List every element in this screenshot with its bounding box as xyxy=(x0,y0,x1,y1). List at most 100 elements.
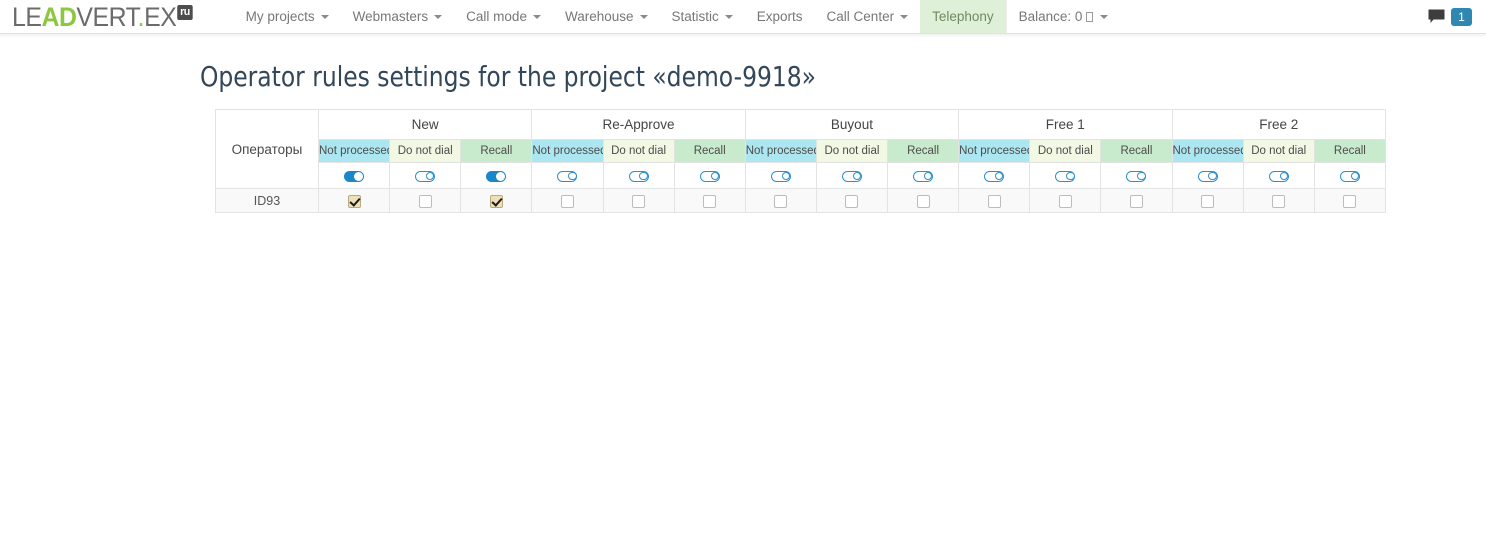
toggle-buyout-do-not-dial[interactable] xyxy=(841,170,862,182)
nav-item-my-projects[interactable]: My projects xyxy=(234,0,341,33)
chevron-down-icon xyxy=(434,14,443,19)
sub-header-free-1-not-processed: Not processed xyxy=(958,139,1031,163)
toggle-free-1-recall[interactable] xyxy=(1126,170,1147,182)
check-cell-free-2-recall xyxy=(1313,188,1387,213)
brand-part1: LE xyxy=(12,1,42,32)
navbar-right-area: 1 xyxy=(1428,0,1486,33)
nav-label-statistic: Statistic xyxy=(671,9,719,24)
sub-header-new-recall: Recall xyxy=(460,139,533,163)
check-cell-free-1-recall xyxy=(1100,188,1173,213)
nav-label-telephony: Telephony xyxy=(932,9,994,24)
checkbox-free-1-not-processed[interactable] xyxy=(987,194,1001,208)
checkbox-free-1-recall[interactable] xyxy=(1129,194,1143,208)
toggle-cell-re-approve-not-processed xyxy=(531,162,604,189)
nav-label-webmasters: Webmasters xyxy=(352,9,429,24)
checkbox-buyout-recall[interactable] xyxy=(916,194,930,208)
toggle-cell-re-approve-recall xyxy=(673,162,746,189)
toggle-buyout-not-processed[interactable] xyxy=(770,170,791,182)
toggle-new-not-processed[interactable] xyxy=(344,170,365,182)
checkbox-new-not-processed[interactable] xyxy=(347,194,361,208)
comment-icon[interactable] xyxy=(1428,9,1445,24)
chevron-down-icon xyxy=(320,14,329,19)
toggle-new-recall[interactable] xyxy=(486,170,507,182)
checkbox-free-2-not-processed[interactable] xyxy=(1201,194,1215,208)
brand-part2: AD xyxy=(41,1,77,32)
chevron-down-icon xyxy=(900,14,909,19)
brand-part3: VERT xyxy=(76,1,138,32)
brand-part4: EX xyxy=(144,1,177,32)
checkbox-re-approve-not-processed[interactable] xyxy=(560,194,574,208)
sub-header-buyout-not-processed: Not processed xyxy=(744,139,817,163)
toggle-re-approve-not-processed[interactable] xyxy=(557,170,578,182)
toggle-cell-free-2-do-not-dial xyxy=(1242,162,1315,189)
checkbox-buyout-not-processed[interactable] xyxy=(774,194,788,208)
toggle-cell-buyout-not-processed xyxy=(744,162,817,189)
chevron-down-icon xyxy=(639,14,648,19)
checkbox-re-approve-recall[interactable] xyxy=(703,194,717,208)
top-navbar: LEADVERT.EX ru My projects Webmasters Cal… xyxy=(0,0,1486,38)
nav-label-exports: Exports xyxy=(756,9,803,24)
group-header-buyout: Buyout xyxy=(744,109,960,140)
toggle-cell-new-not-processed xyxy=(317,162,391,189)
check-cell-buyout-do-not-dial xyxy=(815,188,889,213)
checkbox-new-recall[interactable] xyxy=(489,194,503,208)
toggle-cell-buyout-recall xyxy=(886,162,960,189)
toggle-free-2-not-processed[interactable] xyxy=(1197,170,1218,182)
checkbox-free-2-recall[interactable] xyxy=(1343,194,1357,208)
toggle-free-2-do-not-dial[interactable] xyxy=(1268,170,1289,182)
table-body: ID93 xyxy=(215,188,1387,213)
brand-logo[interactable]: LEADVERT.EX ru xyxy=(0,0,216,34)
toggle-buyout-recall[interactable] xyxy=(913,170,934,182)
checkbox-new-do-not-dial[interactable] xyxy=(418,194,432,208)
sub-header-free-1-do-not-dial: Do not dial xyxy=(1029,139,1102,163)
group-header-new: New xyxy=(317,109,533,140)
sub-header-re-approve-do-not-dial: Do not dial xyxy=(602,139,675,163)
toggle-re-approve-do-not-dial[interactable] xyxy=(628,170,649,182)
nav-item-call-mode[interactable]: Call mode xyxy=(454,0,553,33)
group-header-free-2: Free 2 xyxy=(1171,109,1386,140)
sub-header-row: Not processed Do not dial Recall Not pro… xyxy=(216,139,1387,163)
checkbox-free-2-do-not-dial[interactable] xyxy=(1272,194,1286,208)
chevron-down-icon xyxy=(532,14,541,19)
nav-item-telephony[interactable]: Telephony xyxy=(920,0,1006,33)
nav-label-my-projects: My projects xyxy=(245,9,315,24)
check-cell-free-1-do-not-dial xyxy=(1029,188,1102,213)
nav-item-exports[interactable]: Exports xyxy=(745,0,815,33)
toggle-cell-free-2-not-processed xyxy=(1171,162,1244,189)
check-cell-new-recall xyxy=(460,188,533,213)
brand-logo-text: LEADVERT.EX ru xyxy=(12,1,193,32)
chevron-down-icon xyxy=(1100,14,1109,19)
checkbox-re-approve-do-not-dial[interactable] xyxy=(632,194,646,208)
check-cell-free-1-not-processed xyxy=(958,188,1031,213)
toggle-cell-new-do-not-dial xyxy=(389,162,462,189)
page-title: Operator rules settings for the project … xyxy=(199,60,817,93)
nav-label-warehouse: Warehouse xyxy=(564,9,634,24)
chevron-down-icon xyxy=(724,14,733,19)
check-cell-new-not-processed xyxy=(317,188,391,213)
nav-item-statistic[interactable]: Statistic xyxy=(660,0,745,33)
toggle-cell-free-1-do-not-dial xyxy=(1029,162,1102,189)
page-content: Operator rules settings for the project … xyxy=(0,34,1486,213)
notification-count-badge[interactable]: 1 xyxy=(1451,7,1472,26)
brand-ru-badge: ru xyxy=(176,4,193,20)
toggle-free-2-recall[interactable] xyxy=(1339,170,1360,182)
check-cell-free-2-do-not-dial xyxy=(1242,188,1315,213)
nav-item-warehouse[interactable]: Warehouse xyxy=(553,0,660,33)
table-row: ID93 xyxy=(215,188,1387,213)
nav-item-webmasters[interactable]: Webmasters xyxy=(341,0,455,33)
toggle-re-approve-recall[interactable] xyxy=(699,170,720,182)
main-nav: My projects Webmasters Call mode Warehou… xyxy=(234,0,1121,33)
nav-label-call-center: Call Center xyxy=(826,9,895,24)
nav-item-balance[interactable]: Balance: 0 xyxy=(1005,0,1121,33)
checkbox-free-1-do-not-dial[interactable] xyxy=(1058,194,1072,208)
toggle-free-1-not-processed[interactable] xyxy=(984,170,1005,182)
operators-column-header: Операторы xyxy=(215,109,319,189)
toggle-free-1-do-not-dial[interactable] xyxy=(1055,170,1076,182)
nav-item-call-center[interactable]: Call Center xyxy=(815,0,921,33)
toggle-new-do-not-dial[interactable] xyxy=(415,170,436,182)
sub-header-buyout-do-not-dial: Do not dial xyxy=(815,139,889,163)
checkbox-buyout-do-not-dial[interactable] xyxy=(845,194,859,208)
check-cell-buyout-not-processed xyxy=(744,188,817,213)
sub-header-free-2-do-not-dial: Do not dial xyxy=(1242,139,1315,163)
check-cell-re-approve-not-processed xyxy=(531,188,604,213)
